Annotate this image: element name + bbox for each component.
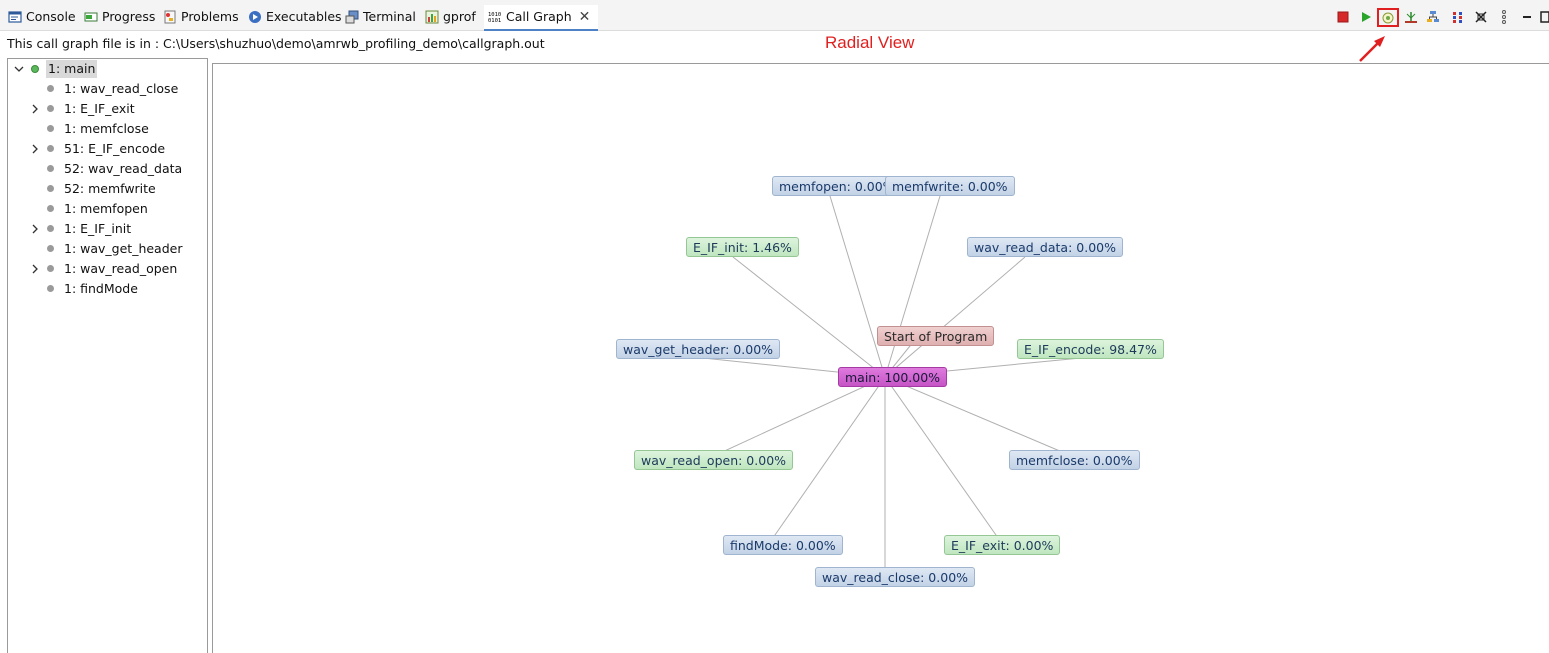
tree-item[interactable]: 1: E_IF_init: [8, 220, 198, 238]
graph-edge: [884, 195, 941, 378]
console-icon: [8, 11, 22, 23]
chevron-right-icon[interactable]: [30, 260, 40, 278]
tree-item-label: 1: wav_get_header: [64, 241, 183, 256]
aggregate-view-icon[interactable]: [1451, 10, 1465, 24]
radial-view-annotation: Radial View: [825, 33, 915, 52]
tree-item-label: 51: E_IF_encode: [64, 141, 166, 156]
chevron-right-icon[interactable]: [30, 100, 40, 118]
tree-item[interactable]: 51: E_IF_encode: [8, 140, 198, 158]
function-node-icon: [47, 245, 54, 252]
graph-node-main[interactable]: main: 100.00%: [838, 367, 948, 387]
tab-label: gprof: [443, 9, 476, 24]
radial-view-icon[interactable]: [1377, 8, 1399, 27]
graph-edges: [702, 195, 1082, 578]
function-node-icon: [47, 125, 54, 132]
chevron-right-icon[interactable]: [30, 140, 40, 158]
function-node-icon: [47, 105, 54, 112]
graph-node-memfopen[interactable]: memfopen: 0.00%: [772, 176, 902, 196]
tab-gprof[interactable]: gprof: [425, 5, 476, 29]
tree-item-label: 1: E_IF_exit: [64, 101, 135, 116]
callgraph-file-path: This call graph file is in : C:\Users\sh…: [7, 36, 545, 51]
view-tab-bar: Console Progress Problems Executables Te…: [0, 0, 1549, 31]
function-node-icon: [47, 285, 54, 292]
tree-item-label: 1: E_IF_init: [64, 221, 132, 236]
graph-node-wav-read-data[interactable]: wav_read_data: 0.00%: [967, 237, 1123, 257]
graph-node-memfwrite[interactable]: memfwrite: 0.00%: [885, 176, 1015, 196]
function-node-icon: [47, 85, 54, 92]
graph-node-wav-read-close[interactable]: wav_read_close: 0.00%: [815, 567, 976, 587]
terminal-icon: [345, 10, 359, 24]
gprof-icon: [425, 10, 439, 24]
call-tree-panel: 1: main 1: wav_read_close 1: E_IF_exit 1…: [7, 58, 208, 653]
progress-icon: [84, 12, 98, 22]
tree-item-main[interactable]: 1: main: [8, 60, 198, 78]
tree-item[interactable]: 1: wav_get_header: [8, 240, 198, 258]
tab-executables[interactable]: Executables: [248, 5, 342, 29]
minimize-icon[interactable]: [1520, 10, 1534, 24]
maximize-icon[interactable]: [1474, 10, 1488, 24]
tab-label: Terminal: [363, 9, 416, 24]
function-node-icon: [47, 265, 54, 272]
graph-edge: [884, 256, 1026, 378]
tab-call-graph[interactable]: 1010 0101 Call Graph ✕: [484, 5, 598, 31]
tab-terminal[interactable]: Terminal: [345, 5, 416, 29]
graph-node-e-if-init[interactable]: E_IF_init: 1.46%: [686, 237, 799, 257]
function-node-icon: [47, 165, 54, 172]
problems-icon: [164, 10, 176, 24]
tree-item-label: 1: wav_read_close: [64, 81, 179, 96]
graph-node-start-of-program[interactable]: Start of Program: [877, 326, 995, 346]
tree-item-label: 1: memfclose: [64, 121, 149, 136]
chevron-right-icon[interactable]: [30, 220, 40, 238]
level-view-icon[interactable]: [1426, 10, 1440, 24]
tree-item-label: 1: findMode: [64, 281, 138, 296]
tree-item[interactable]: 1: E_IF_exit: [8, 100, 198, 118]
svg-text:0101: 0101: [488, 18, 501, 24]
stop-icon[interactable]: [1336, 10, 1350, 24]
play-icon[interactable]: [1359, 10, 1373, 24]
tree-item[interactable]: 1: wav_read_close: [8, 80, 198, 98]
function-node-icon: [47, 225, 54, 232]
tab-label: Call Graph: [506, 9, 572, 24]
call-graph-icon: 1010 0101: [488, 12, 501, 24]
tree-item-label: 1: wav_read_open: [64, 261, 178, 276]
tab-label: Console: [26, 9, 76, 24]
tab-label: Problems: [181, 9, 239, 24]
tree-item-label: 52: wav_read_data: [64, 161, 183, 176]
graph-edge: [704, 376, 886, 461]
graph-node-findmode[interactable]: findMode: 0.00%: [723, 535, 843, 555]
tab-label: Progress: [102, 9, 156, 24]
tab-console[interactable]: Console: [8, 5, 76, 29]
executables-icon: [249, 11, 261, 23]
graph-node-memfclose[interactable]: memfclose: 0.00%: [1009, 450, 1140, 470]
graph-node-e-if-exit[interactable]: E_IF_exit: 0.00%: [944, 535, 1061, 555]
close-icon[interactable]: ✕: [579, 5, 591, 29]
graph-node-wav-read-open[interactable]: wav_read_open: 0.00%: [634, 450, 794, 470]
tree-item-label: 52: memfwrite: [64, 181, 156, 196]
menu-icon[interactable]: [1497, 10, 1511, 24]
graph-node-wav-get-header[interactable]: wav_get_header: 0.00%: [616, 339, 781, 359]
function-node-icon: [47, 145, 54, 152]
radial-graph-canvas[interactable]: memfopen: 0.00% memfwrite: 0.00% E_IF_in…: [212, 63, 1549, 653]
tab-progress[interactable]: Progress: [84, 5, 155, 29]
tree-item[interactable]: 1: memfopen: [8, 200, 198, 218]
annotation-arrow-icon: [1359, 36, 1385, 62]
tree-view-icon[interactable]: [1404, 10, 1418, 24]
graph-node-e-if-encode[interactable]: E_IF_encode: 98.47%: [1017, 339, 1164, 359]
tab-problems[interactable]: Problems: [163, 5, 239, 29]
tab-label: Executables: [266, 9, 342, 24]
function-node-icon: [31, 65, 39, 73]
tree-item[interactable]: 52: memfwrite: [8, 180, 198, 198]
function-node-icon: [47, 205, 54, 212]
tree-item-label: 1: memfopen: [64, 201, 148, 216]
restore-icon[interactable]: [1538, 10, 1549, 24]
graph-edge: [829, 195, 886, 378]
tree-item[interactable]: 1: findMode: [8, 280, 198, 298]
chevron-down-icon[interactable]: [14, 60, 24, 78]
tree-item[interactable]: 1: memfclose: [8, 120, 198, 138]
tree-item[interactable]: 52: wav_read_data: [8, 160, 198, 178]
tree-item-label: 1: main: [46, 60, 98, 78]
tree-item[interactable]: 1: wav_read_open: [8, 260, 198, 278]
function-node-icon: [47, 185, 54, 192]
